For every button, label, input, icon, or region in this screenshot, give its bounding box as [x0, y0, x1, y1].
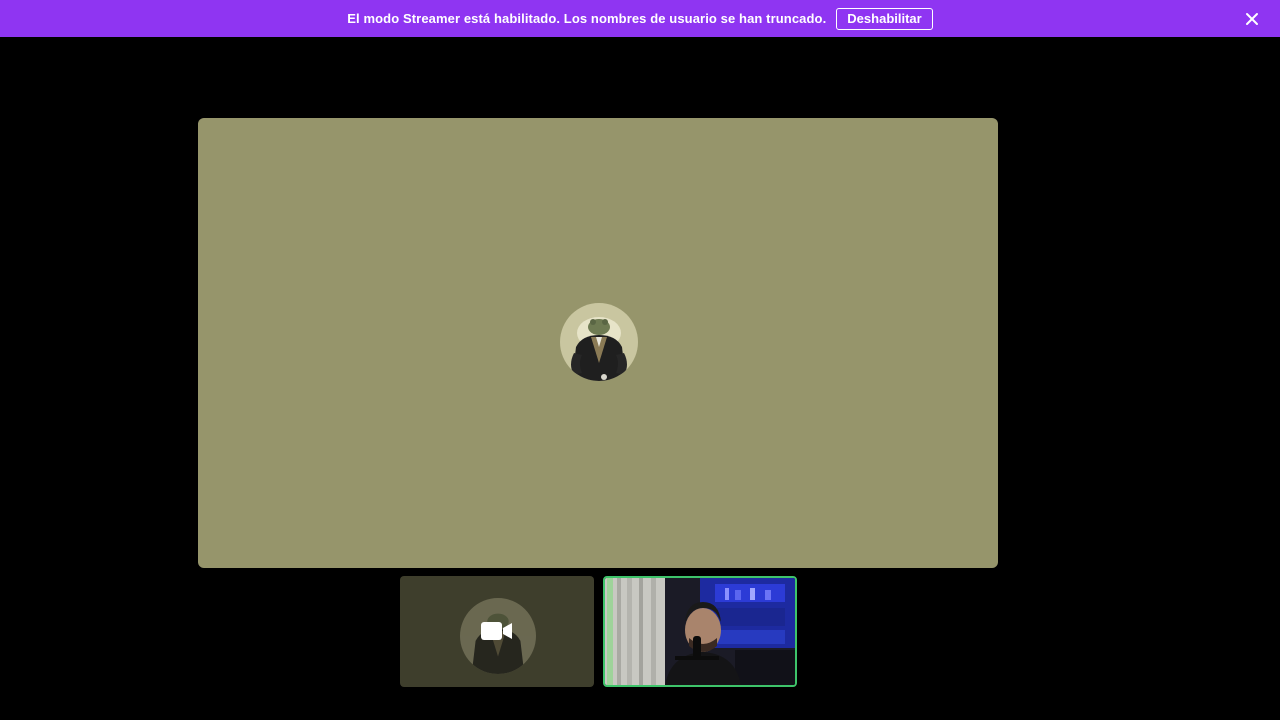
close-icon[interactable] [1242, 9, 1262, 29]
banner-message: El modo Streamer está habilitado. Los no… [347, 11, 827, 26]
webcam-video-feed [605, 578, 795, 685]
participant-thumbnail[interactable] [400, 576, 594, 687]
frog-avatar-icon [560, 303, 638, 381]
disable-streamer-mode-button[interactable]: Deshabilitar [836, 7, 933, 30]
webcam-video-thumbnail[interactable] [603, 576, 797, 687]
participant-avatar [560, 303, 638, 381]
video-camera-icon [481, 622, 512, 640]
streamer-mode-banner: El modo Streamer está habilitado. Los no… [0, 0, 1280, 37]
